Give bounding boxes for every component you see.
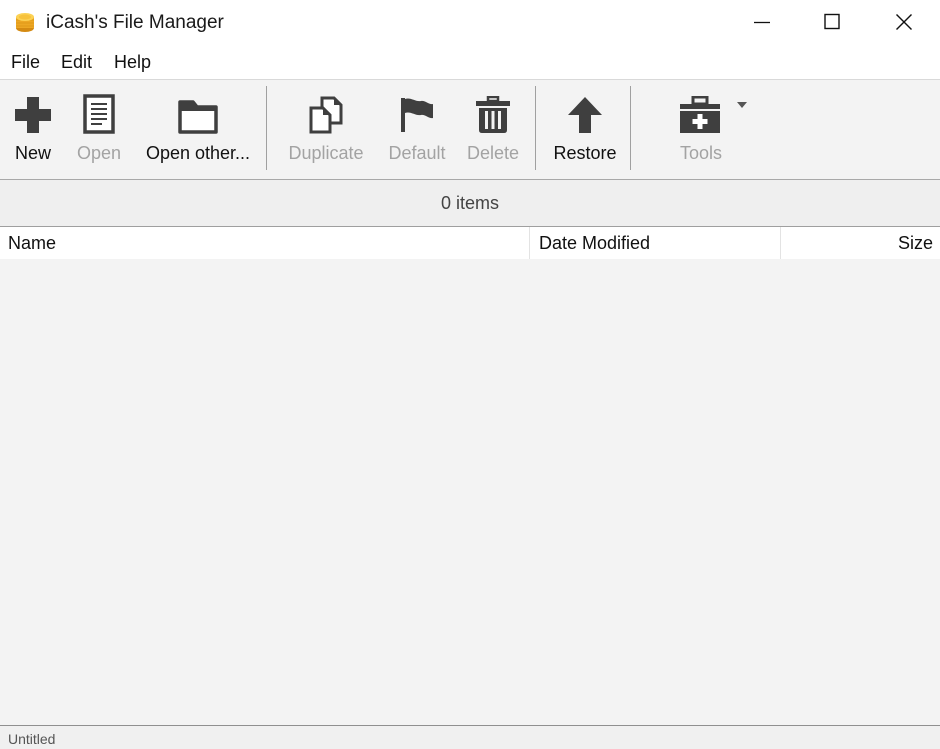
status-text: Untitled bbox=[8, 731, 56, 747]
close-icon bbox=[896, 14, 912, 30]
coin-stack-icon bbox=[16, 13, 34, 32]
arrow-up-icon bbox=[568, 97, 602, 133]
restore-button-label: Restore bbox=[553, 143, 617, 163]
menu-edit[interactable]: Edit bbox=[61, 52, 92, 73]
copy-icon bbox=[309, 96, 343, 134]
file-list[interactable] bbox=[0, 259, 940, 725]
app-window: iCash's File Manager File Edit Help New bbox=[0, 0, 940, 749]
tools-button-label: Tools bbox=[679, 143, 723, 163]
toolbox-icon bbox=[680, 96, 720, 133]
trash-icon bbox=[476, 96, 510, 133]
toolbar: New Open Open other... Duplicate Default… bbox=[0, 79, 940, 180]
delete-button[interactable]: Delete bbox=[464, 80, 522, 180]
duplicate-button-label: Duplicate bbox=[288, 143, 364, 163]
item-count-bar: 0 items bbox=[0, 180, 940, 227]
title-bar: iCash's File Manager bbox=[0, 0, 940, 44]
close-button[interactable] bbox=[868, 0, 940, 44]
menu-bar: File Edit Help bbox=[0, 44, 940, 79]
open-button[interactable]: Open bbox=[72, 80, 126, 180]
list-header: Name Date Modified Size bbox=[0, 227, 940, 259]
maximize-button[interactable] bbox=[796, 0, 868, 44]
item-count: 0 items bbox=[440, 192, 500, 213]
maximize-icon bbox=[824, 13, 840, 30]
toolbar-separator bbox=[266, 86, 267, 170]
folder-icon bbox=[178, 100, 218, 134]
minimize-icon bbox=[754, 21, 770, 24]
status-bar: Untitled bbox=[0, 725, 940, 749]
menu-file[interactable]: File bbox=[11, 52, 40, 73]
chevron-down-icon bbox=[737, 102, 747, 108]
new-button-label: New bbox=[14, 143, 51, 163]
minimize-button[interactable] bbox=[726, 0, 798, 44]
document-icon bbox=[83, 94, 115, 134]
toolbar-separator bbox=[535, 86, 536, 170]
flag-icon bbox=[401, 98, 433, 132]
tools-button[interactable]: Tools bbox=[664, 80, 747, 180]
default-button-label: Default bbox=[388, 143, 446, 163]
new-button[interactable]: New bbox=[8, 80, 58, 180]
default-button[interactable]: Default bbox=[384, 80, 450, 180]
delete-button-label: Delete bbox=[466, 143, 520, 163]
column-header-date-modified[interactable]: Date Modified bbox=[530, 227, 781, 259]
column-header-size[interactable]: Size bbox=[781, 227, 940, 259]
duplicate-button[interactable]: Duplicate bbox=[284, 80, 368, 180]
column-header-name[interactable]: Name bbox=[0, 227, 530, 259]
open-button-label: Open bbox=[76, 143, 122, 163]
open-other-button-label: Open other... bbox=[145, 143, 251, 163]
plus-icon bbox=[15, 97, 51, 133]
toolbar-separator bbox=[630, 86, 631, 170]
restore-button[interactable]: Restore bbox=[548, 80, 622, 180]
open-other-button[interactable]: Open other... bbox=[140, 80, 256, 180]
menu-help[interactable]: Help bbox=[114, 52, 151, 73]
window-title: iCash's File Manager bbox=[46, 12, 224, 33]
